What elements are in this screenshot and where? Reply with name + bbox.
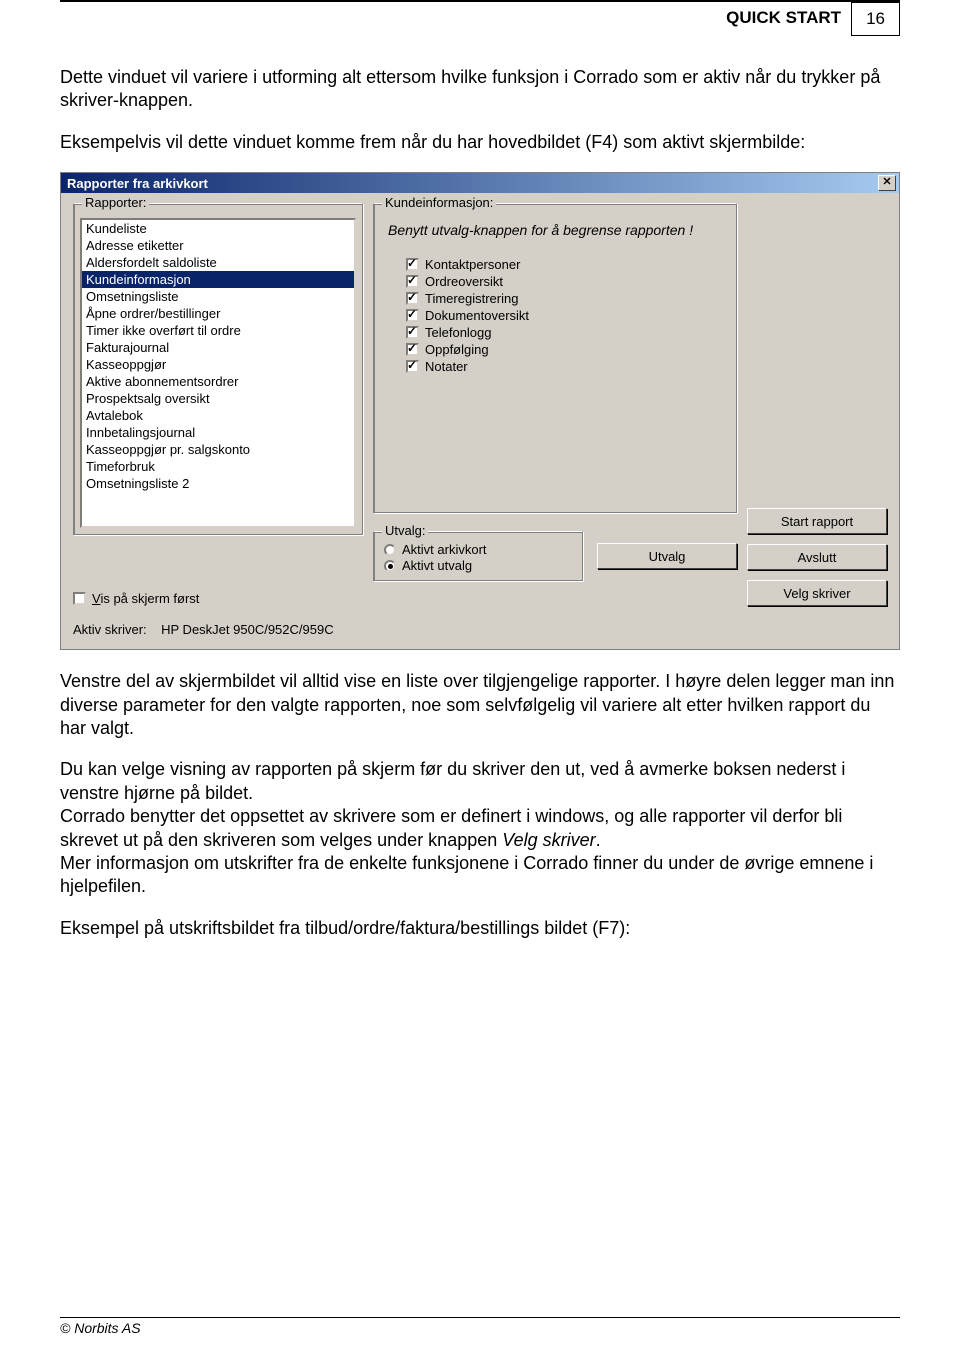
check-row[interactable]: Notater bbox=[380, 358, 730, 375]
report-dialog: Rapporter fra arkivkort ✕ Rapporter: Kun… bbox=[60, 172, 900, 650]
list-item[interactable]: Avtalebok bbox=[82, 407, 354, 424]
checkbox-icon bbox=[406, 309, 419, 322]
utvalg-legend: Utvalg: bbox=[382, 523, 428, 538]
check-label: Oppfølging bbox=[425, 342, 489, 357]
dialog-title: Rapporter fra arkivkort bbox=[67, 176, 208, 191]
list-item[interactable]: Kasseoppgjør bbox=[82, 356, 354, 373]
utvalg-button[interactable]: Utvalg bbox=[597, 543, 737, 569]
list-item[interactable]: Omsetningsliste 2 bbox=[82, 475, 354, 492]
checkbox-icon bbox=[406, 275, 419, 288]
list-item[interactable]: Kundeliste bbox=[82, 220, 354, 237]
paragraph-1: Dette vinduet vil variere i utforming al… bbox=[60, 66, 900, 113]
velg-skriver-button[interactable]: Velg skriver bbox=[747, 580, 887, 606]
list-item[interactable]: Timeforbruk bbox=[82, 458, 354, 475]
check-label: Dokumentoversikt bbox=[425, 308, 529, 323]
kundeinfo-legend: Kundeinformasjon: bbox=[382, 195, 496, 210]
list-item[interactable]: Kasseoppgjør pr. salgskonto bbox=[82, 441, 354, 458]
check-row[interactable]: Oppfølging bbox=[380, 341, 730, 358]
radio-label: Aktivt utvalg bbox=[402, 558, 472, 573]
rapporter-fieldset: Rapporter: KundelisteAdresse etiketterAl… bbox=[73, 203, 363, 535]
start-report-button[interactable]: Start rapport bbox=[747, 508, 887, 534]
section-title: QUICK START bbox=[726, 2, 851, 34]
page-footer: © Norbits AS bbox=[60, 1317, 900, 1336]
page-header: QUICK START 16 bbox=[60, 0, 900, 36]
checkbox-icon bbox=[406, 292, 419, 305]
list-item[interactable]: Omsetningsliste bbox=[82, 288, 354, 305]
paragraph-3: Venstre del av skjermbildet vil alltid v… bbox=[60, 670, 900, 740]
list-item[interactable]: Innbetalingsjournal bbox=[82, 424, 354, 441]
list-item[interactable]: Aktive abonnementsordrer bbox=[82, 373, 354, 390]
checks-group: Kontaktpersoner Ordreoversikt Timeregistre… bbox=[380, 256, 730, 375]
radio-aktivt-arkivkort[interactable]: Aktivt arkivkort bbox=[382, 542, 574, 558]
checkbox-icon bbox=[73, 592, 86, 605]
check-label: Telefonlogg bbox=[425, 325, 492, 340]
rapporter-listbox[interactable]: KundelisteAdresse etiketterAldersfordelt… bbox=[80, 218, 356, 528]
check-label: Ordreoversikt bbox=[425, 274, 503, 289]
dialog-titlebar: Rapporter fra arkivkort ✕ bbox=[61, 173, 899, 193]
list-item[interactable]: Kundeinformasjon bbox=[82, 271, 354, 288]
avslutt-button[interactable]: Avslutt bbox=[747, 544, 887, 570]
printer-value: HP DeskJet 950C/952C/959C bbox=[161, 622, 333, 637]
check-row[interactable]: Telefonlogg bbox=[380, 324, 730, 341]
check-row[interactable]: Timeregistrering bbox=[380, 290, 730, 307]
checkbox-icon bbox=[406, 360, 419, 373]
hint-text: Benytt utvalg-knappen for å begrense rap… bbox=[380, 218, 730, 256]
check-label: Kontaktpersoner bbox=[425, 257, 520, 272]
kundeinfo-fieldset: Kundeinformasjon: Benytt utvalg-knappen … bbox=[373, 203, 737, 513]
utvalg-fieldset: Utvalg: Aktivt arkivkort Aktivt utvalg bbox=[373, 531, 583, 581]
vis-pa-skjerm-checkbox[interactable]: Vis på skjerm først bbox=[73, 591, 363, 606]
paragraph-5: Eksempel på utskriftsbildet fra tilbud/o… bbox=[60, 917, 900, 940]
checkbox-icon bbox=[406, 258, 419, 271]
printer-label: Aktiv skriver: bbox=[73, 622, 147, 637]
list-item[interactable]: Prospektsalg oversikt bbox=[82, 390, 354, 407]
check-row[interactable]: Ordreoversikt bbox=[380, 273, 730, 290]
list-item[interactable]: Aldersfordelt saldoliste bbox=[82, 254, 354, 271]
list-item[interactable]: Timer ikke overført til ordre bbox=[82, 322, 354, 339]
list-item[interactable]: Fakturajournal bbox=[82, 339, 354, 356]
check-label: Notater bbox=[425, 359, 468, 374]
checkbox-icon bbox=[406, 343, 419, 356]
right-button-column: Start rapport Avslutt Velg skriver bbox=[747, 508, 887, 606]
check-row[interactable]: Kontaktpersoner bbox=[380, 256, 730, 273]
active-printer-line: Aktiv skriver: HP DeskJet 950C/952C/959C bbox=[73, 616, 737, 637]
list-item[interactable]: Adresse etiketter bbox=[82, 237, 354, 254]
rapporter-legend: Rapporter: bbox=[82, 195, 149, 210]
page-number: 16 bbox=[851, 2, 900, 36]
paragraph-2: Eksempelvis vil dette vinduet komme frem… bbox=[60, 131, 900, 154]
radio-label: Aktivt arkivkort bbox=[402, 542, 487, 557]
radio-icon bbox=[384, 560, 396, 572]
checkbox-icon bbox=[406, 326, 419, 339]
radio-icon bbox=[384, 544, 396, 556]
check-label: Timeregistrering bbox=[425, 291, 518, 306]
radio-aktivt-utvalg[interactable]: Aktivt utvalg bbox=[382, 558, 574, 574]
list-item[interactable]: Åpne ordrer/bestillinger bbox=[82, 305, 354, 322]
paragraph-4: Du kan velge visning av rapporten på skj… bbox=[60, 758, 900, 898]
close-icon[interactable]: ✕ bbox=[878, 175, 896, 191]
check-row[interactable]: Dokumentoversikt bbox=[380, 307, 730, 324]
